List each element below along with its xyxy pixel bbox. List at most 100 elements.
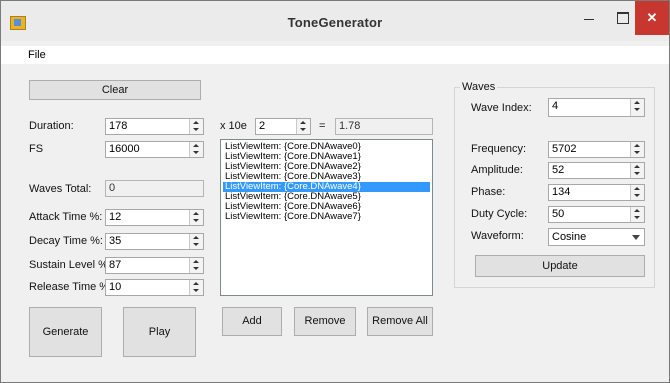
fs-label: FS: [29, 143, 44, 155]
window-title: ToneGenerator: [287, 15, 383, 30]
spin-up-icon: [193, 260, 199, 263]
spin-down-icon: [193, 267, 199, 270]
waves-total-field: 0: [105, 180, 204, 197]
spin-down-icon: [634, 108, 640, 111]
spin-up-icon: [193, 236, 199, 239]
minimize-button[interactable]: [572, 1, 606, 35]
sustain-level-field[interactable]: 87: [105, 257, 204, 274]
close-icon: ✕: [646, 10, 658, 25]
duty-cycle-spinner[interactable]: [630, 207, 644, 222]
duty-cycle-field[interactable]: 50: [548, 206, 645, 223]
spin-down-icon: [193, 219, 199, 222]
attack-time-spinner[interactable]: [189, 210, 203, 225]
spin-up-icon: [193, 282, 199, 285]
waves-total-label: Waves Total:: [29, 183, 92, 195]
spin-up-icon: [634, 187, 640, 190]
waveform-value: Cosine: [552, 231, 587, 243]
spin-down-icon: [193, 289, 199, 292]
spin-up-icon: [634, 209, 640, 212]
spin-down-icon: [193, 128, 199, 131]
attack-time-value: 12: [109, 211, 122, 223]
spin-up-icon: [300, 121, 306, 124]
duty-cycle-value: 50: [552, 208, 565, 220]
duration-spinner[interactable]: [189, 119, 203, 134]
chevron-down-icon: [632, 235, 640, 240]
phase-field[interactable]: 134: [548, 184, 645, 201]
update-button[interactable]: Update: [475, 255, 645, 277]
menu-file[interactable]: File: [28, 49, 46, 61]
exponent-value: 2: [259, 120, 266, 132]
phase-label: Phase:: [471, 186, 506, 198]
frequency-label: Frequency:: [471, 143, 527, 155]
equals-label: =: [319, 120, 326, 132]
remove-button[interactable]: Remove: [294, 307, 356, 336]
phase-value: 134: [552, 186, 571, 198]
exponent-spinner[interactable]: [296, 119, 310, 134]
amplitude-value: 52: [552, 164, 565, 176]
amplitude-label: Amplitude:: [471, 164, 523, 176]
duration-value: 178: [109, 120, 128, 132]
wave-index-value: 4: [552, 100, 559, 112]
list-item[interactable]: ListViewItem: {Core.DNAwave7}: [223, 212, 430, 222]
frequency-field[interactable]: 5702: [548, 141, 645, 158]
x10e-label: x 10e: [220, 120, 247, 132]
spin-down-icon: [634, 151, 640, 154]
attack-time-label: Attack Time %:: [29, 211, 103, 223]
sustain-level-label: Sustain Level %:: [29, 259, 111, 271]
spin-up-icon: [193, 144, 199, 147]
spin-down-icon: [634, 172, 640, 175]
wave-index-field[interactable]: 4: [548, 98, 645, 117]
spin-down-icon: [193, 151, 199, 154]
spin-down-icon: [634, 194, 640, 197]
title-bar[interactable]: ToneGenerator ✕: [1, 1, 669, 41]
fs-spinner[interactable]: [189, 142, 203, 157]
waveform-label: Waveform:: [471, 230, 524, 242]
decay-time-field[interactable]: 35: [105, 233, 204, 250]
decay-time-label: Decay Time %:: [29, 235, 103, 247]
wave-index-spinner[interactable]: [630, 99, 644, 116]
frequency-value: 5702: [552, 143, 577, 155]
release-time-value: 10: [109, 281, 122, 293]
duration-field[interactable]: 178: [105, 118, 204, 135]
attack-time-field[interactable]: 12: [105, 209, 204, 226]
release-time-label: Release Time %:: [29, 281, 113, 293]
spin-down-icon: [193, 243, 199, 246]
phase-spinner[interactable]: [630, 185, 644, 200]
decay-time-value: 35: [109, 235, 122, 247]
menu-bar: File: [1, 46, 669, 64]
clear-button[interactable]: Clear: [29, 80, 201, 100]
spin-up-icon: [634, 144, 640, 147]
wave-list[interactable]: ListViewItem: {Core.DNAwave0} ListViewIt…: [220, 139, 433, 296]
result-value: 1.78: [339, 120, 361, 132]
spin-up-icon: [634, 101, 640, 104]
release-time-spinner[interactable]: [189, 280, 203, 295]
exponent-field[interactable]: 2: [255, 118, 311, 135]
spin-up-icon: [193, 212, 199, 215]
close-button[interactable]: ✕: [635, 1, 669, 35]
play-button[interactable]: Play: [123, 307, 196, 357]
amplitude-spinner[interactable]: [630, 163, 644, 178]
frequency-spinner[interactable]: [630, 142, 644, 157]
spin-up-icon: [634, 165, 640, 168]
spin-down-icon: [300, 128, 306, 131]
result-field: 1.78: [335, 118, 433, 135]
duration-label: Duration:: [29, 120, 74, 132]
add-button[interactable]: Add: [222, 307, 282, 336]
waves-group-title: Waves: [460, 81, 498, 93]
wave-index-label: Wave Index:: [471, 102, 532, 114]
duty-cycle-label: Duty Cycle:: [471, 208, 528, 220]
decay-time-spinner[interactable]: [189, 234, 203, 249]
spin-up-icon: [193, 121, 199, 124]
fs-value: 16000: [109, 143, 140, 155]
waves-total-value: 0: [109, 182, 116, 194]
release-time-field[interactable]: 10: [105, 279, 204, 296]
sustain-level-spinner[interactable]: [189, 258, 203, 273]
main-window: ToneGenerator ✕ File Clear Duration: 178…: [0, 0, 670, 383]
waveform-select[interactable]: Cosine: [548, 228, 645, 246]
generate-button[interactable]: Generate: [29, 307, 102, 357]
fs-field[interactable]: 16000: [105, 141, 204, 158]
remove-all-button[interactable]: Remove All: [367, 307, 433, 336]
sustain-level-value: 87: [109, 259, 122, 271]
spin-down-icon: [634, 216, 640, 219]
amplitude-field[interactable]: 52: [548, 162, 645, 179]
